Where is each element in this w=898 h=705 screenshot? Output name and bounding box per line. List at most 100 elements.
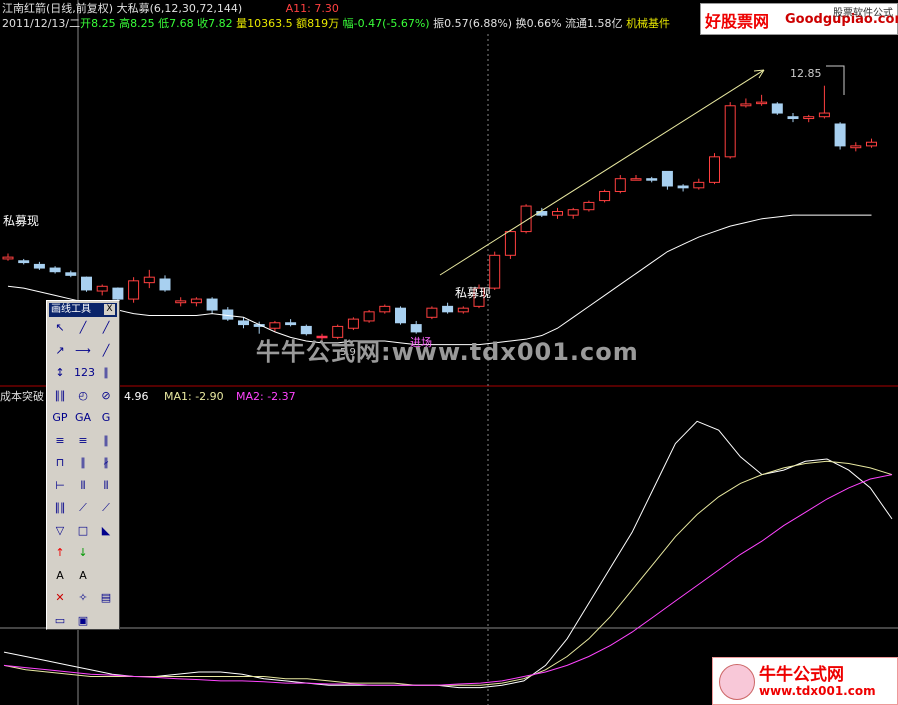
segment-icon[interactable]: ∦	[97, 454, 115, 472]
candle-body	[190, 298, 202, 304]
candle	[81, 276, 92, 292]
pointer-icon[interactable]: ↖	[51, 319, 69, 337]
multi-channel-icon[interactable]: ∥∥	[51, 387, 69, 405]
text-icon[interactable]: A	[51, 567, 69, 585]
circle-icon[interactable]: ◴	[74, 387, 92, 405]
candle	[567, 207, 579, 219]
candle-body	[709, 156, 720, 183]
rect-icon[interactable]: □	[74, 522, 92, 540]
fib-icon[interactable]: ≡	[51, 432, 69, 450]
drawing-toolbox[interactable]: 画线工具 X ↖ ╱ ╱ ↗ ⟶ ╱ ↕ 123 ∥ ∥∥ ◴ ⊘ GP GA G ≡ ≡ ∥ ⊓ ∥ ∦ ⊢ ⦀ ⦀ ∥∥ ⟋ ⟋…	[46, 300, 120, 630]
triangle-icon[interactable]: ▽	[51, 522, 69, 540]
site-logo[interactable]: 好股票网 Goodgupiao.com 股票软件公式	[700, 3, 898, 35]
float: 流通1.58亿	[565, 17, 623, 30]
candle	[677, 184, 689, 192]
candle-body	[599, 190, 611, 202]
candle-body	[661, 170, 673, 187]
toolbox-close-button[interactable]: X	[104, 304, 115, 315]
lower-v0: 4.96	[124, 390, 149, 403]
sector: 机械基件	[626, 17, 671, 30]
channel-icon[interactable]: ∥	[97, 364, 115, 382]
label-icon[interactable]: A	[74, 567, 92, 585]
speed-icon[interactable]: ⟋	[74, 499, 92, 517]
ray-icon[interactable]: ╱	[97, 319, 115, 337]
period-icon[interactable]: ∥	[74, 454, 92, 472]
candle-body	[285, 322, 297, 326]
ga-icon[interactable]: GA	[74, 409, 92, 427]
candle-body	[65, 272, 77, 276]
candle	[112, 287, 124, 301]
cost-line	[3, 420, 893, 689]
lines-icon[interactable]: ∥∥	[51, 499, 69, 517]
delete-icon[interactable]: ✕	[51, 589, 69, 607]
amplitude: 振0.57(6.88%)	[433, 17, 513, 30]
down-arrow-icon[interactable]: ↓	[74, 544, 92, 562]
turnover: 换0.66%	[515, 17, 562, 30]
fan-icon[interactable]: ⊘	[97, 387, 115, 405]
lower-ma2: MA2: -2.37	[236, 390, 296, 403]
candle-body	[238, 320, 249, 326]
candle	[504, 229, 516, 259]
cycle-icon[interactable]: ⊓	[51, 454, 69, 472]
marker-icon[interactable]: ◣	[97, 522, 115, 540]
wave-icon[interactable]: ⦀	[97, 477, 115, 495]
candle	[552, 207, 563, 219]
line-icon[interactable]: ╱	[74, 319, 92, 337]
mascot-icon	[719, 664, 755, 700]
grid-icon[interactable]: ⦀	[74, 477, 92, 495]
candle	[2, 253, 14, 261]
lower-name: 成本突破	[0, 389, 44, 403]
candle-body	[552, 211, 563, 216]
candle-body	[724, 105, 736, 158]
regression-icon[interactable]: ∥	[97, 432, 115, 450]
ray2-icon[interactable]: ⟋	[97, 499, 115, 517]
candle	[347, 317, 359, 331]
candle	[49, 266, 61, 274]
candle	[175, 297, 187, 307]
fib-fan-icon[interactable]: ≡	[74, 432, 92, 450]
gp-icon[interactable]: GP	[51, 409, 69, 427]
lower-lines-layer	[3, 420, 893, 689]
a11-value: A11: 7.30	[285, 2, 339, 15]
candle-body	[740, 103, 752, 107]
vline-icon[interactable]: ↕	[51, 364, 69, 382]
candle	[457, 306, 469, 314]
candle-body	[850, 145, 862, 149]
candle-body	[269, 322, 281, 329]
candle	[834, 122, 846, 150]
candle-body	[395, 307, 406, 324]
candle	[222, 307, 234, 321]
candle	[159, 275, 171, 292]
span-icon[interactable]: ⊢	[51, 477, 69, 495]
candle-body	[614, 178, 626, 192]
open: 开8.25	[80, 17, 116, 30]
candle	[395, 306, 406, 325]
list-icon[interactable]: ▤	[97, 589, 115, 607]
candle-body	[803, 116, 815, 120]
ruler-icon[interactable]: ▭	[51, 612, 69, 630]
save-icon[interactable]: ▣	[74, 612, 92, 630]
candle-body	[347, 318, 359, 329]
candle-body	[18, 260, 30, 264]
chart-header: 江南红箭(日线,前复权) 大私募(6,12,30,72,144) A11: 7.…	[0, 0, 700, 34]
lightbulb-icon[interactable]: ✧	[74, 589, 92, 607]
candle	[724, 102, 736, 159]
candle-body	[771, 103, 783, 114]
low: 低7.68	[158, 17, 194, 30]
candle	[285, 319, 297, 327]
candle-body	[128, 280, 140, 300]
arrow-icon[interactable]: ↗	[51, 342, 69, 360]
counter-icon[interactable]: 123	[74, 364, 95, 382]
parallel-icon[interactable]: ╱	[97, 342, 115, 360]
toolbox-titlebar[interactable]: 画线工具 X	[49, 303, 117, 317]
candle-body	[677, 185, 689, 189]
up-arrow-icon[interactable]: ↑	[51, 544, 69, 562]
volume: 量10363.5	[236, 17, 293, 30]
gann-icon[interactable]: G	[97, 409, 115, 427]
center-watermark: 牛牛公式网:www.tdx001.com	[256, 338, 639, 366]
candle	[379, 304, 391, 314]
candle-body	[33, 263, 45, 269]
candle	[803, 114, 815, 123]
hline-icon[interactable]: ⟶	[74, 342, 92, 360]
candle	[426, 306, 438, 320]
